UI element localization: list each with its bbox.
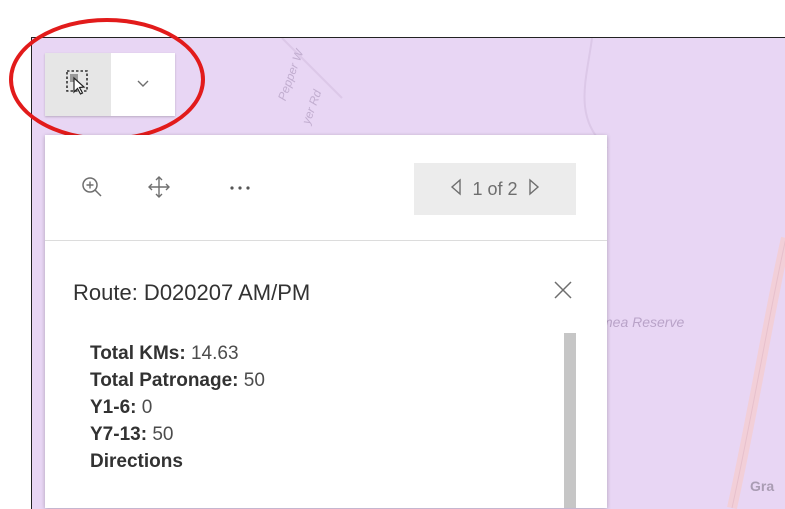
popup-scrollbar[interactable] [564, 333, 576, 508]
field-label: Y1-6: [90, 397, 137, 418]
pager-text: 1 of 2 [472, 178, 518, 199]
field-value: 50 [243, 370, 265, 391]
field-row: Y7-13: 50 [90, 421, 265, 448]
field-row: Y1-6: 0 [90, 394, 265, 421]
more-horizontal-icon [228, 180, 252, 198]
close-popup-button[interactable] [548, 277, 578, 307]
zoom-in-icon [80, 175, 104, 204]
more-actions-button[interactable] [222, 171, 258, 207]
field-label: Directions [90, 451, 183, 472]
field-value: 14.63 [190, 343, 239, 364]
field-label: Y7-13: [90, 424, 148, 445]
field-label: Total Patronage: [90, 370, 239, 391]
popup-title: Route: D020207 AM/PM [73, 280, 311, 305]
select-tool-widget [45, 53, 175, 116]
field-value: 0 [141, 397, 153, 418]
field-row: Directions [90, 448, 265, 475]
popup-toolbar: 1 of 2 [45, 135, 607, 241]
pan-move-icon [147, 175, 171, 204]
select-by-rectangle-icon [65, 69, 91, 100]
previous-feature-button[interactable] [450, 177, 462, 201]
feature-pager: 1 of 2 [414, 163, 576, 215]
popup-fields: Total KMs: 14.63 Total Patronage: 50 Y1-… [90, 340, 265, 475]
field-value: 50 [152, 424, 174, 445]
close-icon [553, 280, 573, 305]
select-options-dropdown[interactable] [111, 53, 175, 116]
zoom-to-button[interactable] [74, 171, 110, 207]
field-row: Total Patronage: 50 [90, 367, 265, 394]
select-by-rectangle-button[interactable] [45, 53, 111, 116]
chevron-down-icon [136, 76, 150, 94]
next-feature-button[interactable] [528, 177, 540, 201]
feature-popup: 1 of 2 Route: D020207 AM/PM Total KMs: 1… [45, 135, 607, 508]
field-row: Total KMs: 14.63 [90, 340, 265, 367]
field-label: Total KMs: [90, 343, 186, 364]
map-reserve-label: mea Reserve [601, 314, 685, 330]
map-place-label: Gra [750, 478, 775, 494]
pan-to-button[interactable] [141, 171, 177, 207]
